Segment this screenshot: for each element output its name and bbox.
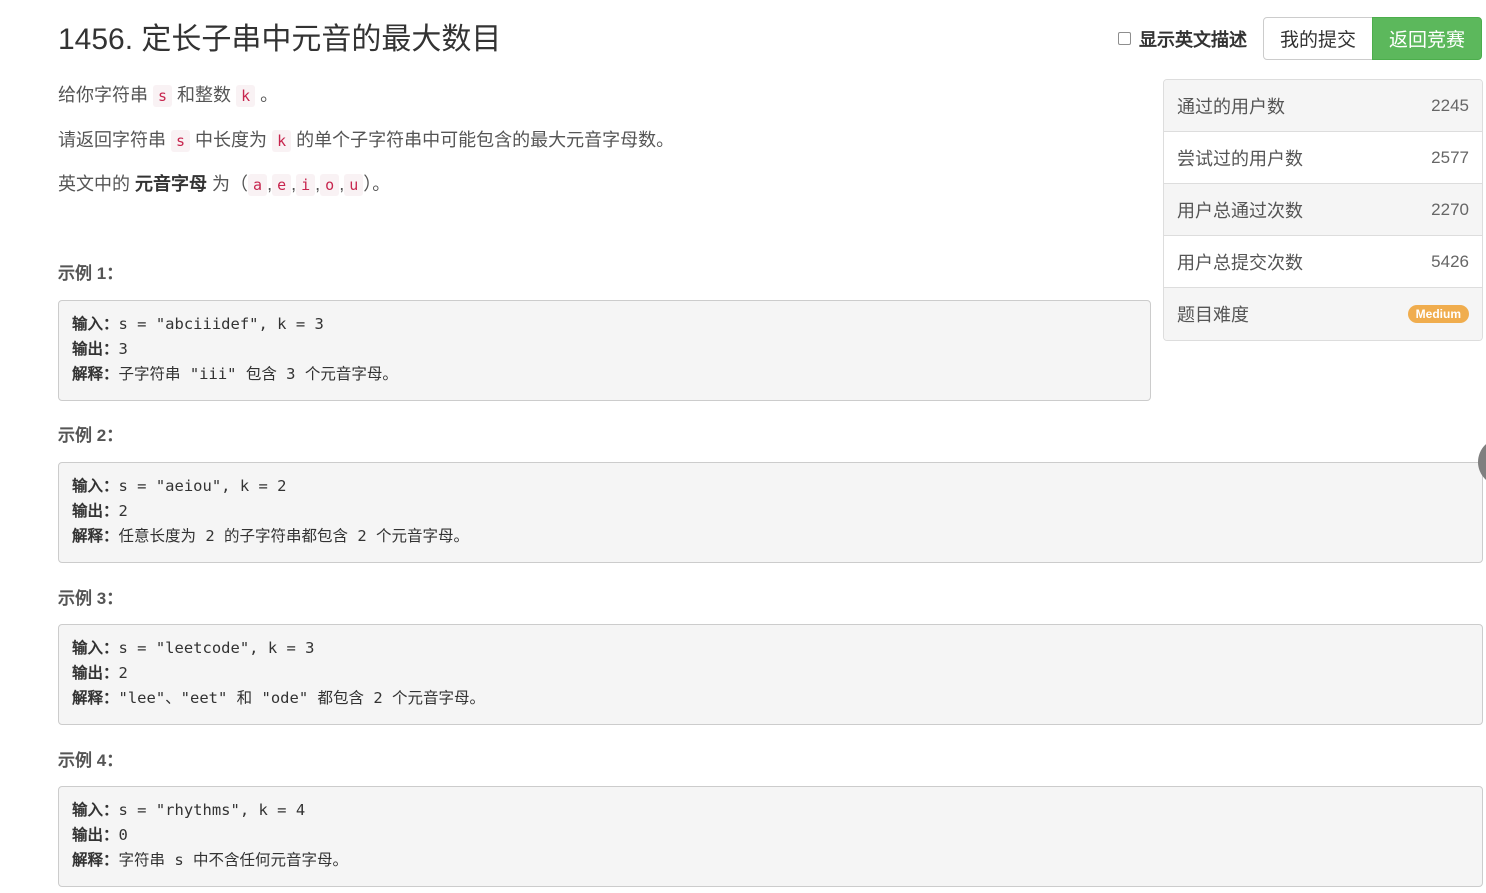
stat-label: 用户总提交次数 bbox=[1177, 252, 1303, 273]
show-english-checkbox[interactable] bbox=[1117, 32, 1131, 45]
top-controls: 显示英文描述 我的提交 返回竞赛 bbox=[1117, 17, 1482, 60]
stat-row-total-accepted: 用户总通过次数 2270 bbox=[1164, 184, 1482, 236]
inline-code: s bbox=[153, 85, 173, 107]
example-input: s = "aeiou", k = 2 bbox=[118, 477, 287, 495]
vowel-code: i bbox=[296, 174, 316, 196]
difficulty-badge: Medium bbox=[1407, 305, 1469, 323]
text: 。 bbox=[255, 85, 279, 105]
text: 的单个子字符串中可能包含的最大元音字母数。 bbox=[291, 130, 675, 150]
input-label: 输入： bbox=[72, 315, 119, 333]
example-input: s = "rhythms", k = 4 bbox=[118, 801, 306, 819]
bold-term: 元音字母 bbox=[135, 174, 208, 194]
description-line-3: 英文中的 元音字母 为（ a, e, i, o, u）。 bbox=[58, 170, 390, 196]
example-1-title: 示例 1： bbox=[58, 264, 124, 283]
stat-row-accepted-users: 通过的用户数 2245 bbox=[1164, 80, 1482, 132]
example-2-title: 示例 2： bbox=[58, 426, 124, 445]
my-submissions-button[interactable]: 我的提交 bbox=[1262, 17, 1373, 60]
explanation-label: 解释： bbox=[72, 851, 119, 869]
stat-label: 通过的用户数 bbox=[1177, 96, 1285, 117]
example-output: 2 bbox=[118, 664, 128, 682]
example-explanation: 任意长度为 2 的子字符串都包含 2 个元音字母。 bbox=[118, 527, 470, 545]
example-1-block: 输入：s = "abciiidef", k = 3 输出：3 解释：子字符串 "… bbox=[58, 300, 1151, 401]
output-label: 输出： bbox=[72, 826, 119, 844]
vowel-code: e bbox=[272, 174, 292, 196]
stat-value: 2577 bbox=[1431, 147, 1469, 167]
stat-label: 尝试过的用户数 bbox=[1177, 148, 1303, 169]
example-input: s = "abciiidef", k = 3 bbox=[118, 315, 324, 333]
example-input: s = "leetcode", k = 3 bbox=[118, 639, 315, 657]
text: 为（ bbox=[207, 174, 249, 194]
show-english-toggle[interactable]: 显示英文描述 bbox=[1117, 26, 1247, 52]
description-line-2: 请返回字符串 s 中长度为 k 的单个子字符串中可能包含的最大元音字母数。 bbox=[58, 126, 674, 152]
input-label: 输入： bbox=[72, 639, 119, 657]
text: 英文中的 bbox=[58, 174, 136, 194]
stat-row-difficulty: 题目难度 Medium bbox=[1164, 288, 1482, 340]
inline-code: k bbox=[236, 85, 256, 107]
stat-value: 2245 bbox=[1431, 95, 1469, 115]
problem-page: 1456. 定长子串中元音的最大数目 显示英文描述 我的提交 返回竞赛 给你字符… bbox=[0, 0, 1486, 893]
text: 和整数 bbox=[172, 85, 237, 105]
example-explanation: 字符串 s 中不含任何元音字母。 bbox=[118, 851, 349, 869]
stat-row-total-submissions: 用户总提交次数 5426 bbox=[1164, 236, 1482, 288]
vowel-code: a bbox=[248, 174, 268, 196]
example-explanation: 子字符串 "iii" 包含 3 个元音字母。 bbox=[118, 365, 398, 383]
example-output: 0 bbox=[118, 826, 128, 844]
output-label: 输出： bbox=[72, 340, 119, 358]
stats-panel: 通过的用户数 2245 尝试过的用户数 2577 用户总通过次数 2270 用户… bbox=[1163, 79, 1483, 341]
example-explanation: "lee"、"eet" 和 "ode" 都包含 2 个元音字母。 bbox=[118, 689, 485, 707]
explanation-label: 解释： bbox=[72, 689, 119, 707]
stat-label: 用户总通过次数 bbox=[1177, 200, 1303, 221]
input-label: 输入： bbox=[72, 477, 119, 495]
description-line-1: 给你字符串 s 和整数 k 。 bbox=[58, 81, 278, 107]
back-to-contest-button[interactable]: 返回竞赛 bbox=[1371, 17, 1482, 60]
inline-code: s bbox=[171, 130, 191, 152]
example-output: 3 bbox=[118, 340, 128, 358]
inline-code: k bbox=[272, 130, 292, 152]
input-label: 输入： bbox=[72, 801, 119, 819]
example-2-block: 输入：s = "aeiou", k = 2 输出：2 解释：任意长度为 2 的子… bbox=[58, 462, 1483, 563]
show-english-label: 显示英文描述 bbox=[1138, 29, 1247, 50]
explanation-label: 解释： bbox=[72, 365, 119, 383]
example-4-title: 示例 4： bbox=[58, 751, 124, 770]
stat-label: 题目难度 bbox=[1177, 305, 1249, 325]
example-4-block: 输入：s = "rhythms", k = 4 输出：0 解释：字符串 s 中不… bbox=[58, 786, 1483, 887]
vowel-code: u bbox=[344, 174, 364, 196]
text: 中长度为 bbox=[190, 130, 273, 150]
explanation-label: 解释： bbox=[72, 527, 119, 545]
example-3-title: 示例 3： bbox=[58, 589, 124, 608]
text: ）。 bbox=[363, 174, 391, 194]
text: 给你字符串 bbox=[58, 85, 154, 105]
stat-row-attempted-users: 尝试过的用户数 2577 bbox=[1164, 132, 1482, 184]
stat-value: 5426 bbox=[1431, 251, 1469, 271]
stat-value: 2270 bbox=[1431, 199, 1469, 219]
example-output: 2 bbox=[118, 502, 128, 520]
vowel-code: o bbox=[320, 174, 340, 196]
text: 请返回字符串 bbox=[58, 130, 172, 150]
example-3-block: 输入：s = "leetcode", k = 3 输出：2 解释："lee"、"… bbox=[58, 624, 1483, 725]
problem-title: 1456. 定长子串中元音的最大数目 bbox=[58, 23, 502, 56]
output-label: 输出： bbox=[72, 502, 119, 520]
output-label: 输出： bbox=[72, 664, 119, 682]
